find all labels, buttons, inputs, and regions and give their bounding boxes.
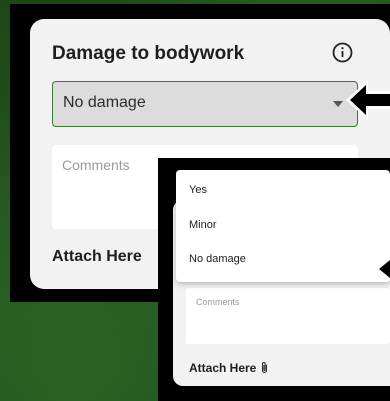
arrow-left-icon: [376, 257, 390, 281]
select-value: No damage: [63, 94, 146, 111]
info-icon[interactable]: [332, 42, 353, 63]
dropdown-menu: Yes Minor No damage: [176, 170, 390, 282]
damage-select[interactable]: No damage: [52, 81, 358, 127]
arrow-left-icon: [346, 80, 390, 120]
zoom-attach-button[interactable]: Attach Here: [189, 361, 269, 375]
field-title: Damage to bodywork: [52, 43, 245, 64]
paperclip-icon: [262, 362, 268, 373]
comments-placeholder: Comments: [62, 157, 130, 173]
zoom-attach-label: Attach Here: [189, 361, 257, 375]
zoom-comments-placeholder: Comments: [196, 297, 240, 307]
attach-label[interactable]: Attach Here: [52, 248, 142, 266]
dropdown-option-minor[interactable]: Minor: [189, 219, 217, 231]
zoom-comments-input[interactable]: Comments: [186, 288, 390, 344]
dropdown-option-yes[interactable]: Yes: [189, 184, 207, 196]
dropdown-option-no-damage[interactable]: No damage: [189, 253, 246, 265]
caret-down-icon: [333, 101, 343, 107]
